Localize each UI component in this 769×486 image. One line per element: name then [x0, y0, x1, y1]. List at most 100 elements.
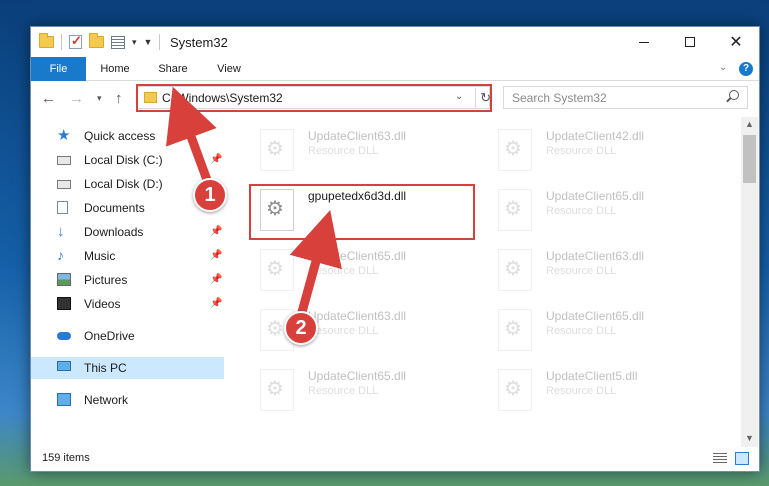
- sidebar-item-music[interactable]: ♪ Music 📌: [31, 245, 224, 267]
- pictures-icon: [57, 273, 71, 286]
- gear-icon: ⚙: [504, 318, 522, 340]
- sidebar-item-this-pc[interactable]: This PC: [31, 357, 224, 379]
- folder-icon: [39, 33, 54, 48]
- gear-icon: ⚙: [266, 318, 284, 340]
- sidebar-item-label: Videos: [84, 297, 121, 311]
- window-title: System32: [170, 35, 228, 50]
- sidebar-item-local-disk-c[interactable]: Local Disk (C:) 📌: [31, 149, 224, 171]
- expand-ribbon-chevron-icon[interactable]: ⌄: [719, 62, 727, 73]
- file-item[interactable]: ⚙ UpdateClient65.dll Resource DLL: [246, 363, 476, 413]
- file-list: ⚙ UpdateClient63.dll Resource DLL ⚙ gpup…: [236, 117, 741, 447]
- gear-icon: ⚙: [266, 378, 284, 400]
- up-arrow-icon[interactable]: ↑: [115, 90, 123, 107]
- network-icon: [57, 393, 71, 406]
- tab-view[interactable]: View: [207, 57, 251, 81]
- back-arrow-icon[interactable]: ←: [41, 90, 56, 107]
- gear-icon: ⚙: [504, 378, 522, 400]
- maximize-button[interactable]: [667, 27, 713, 57]
- sidebar-item-quick-access[interactable]: ★ Quick access: [31, 125, 224, 147]
- pin-icon[interactable]: 📌: [210, 298, 222, 309]
- sidebar-item-label: Local Disk (D:): [84, 177, 163, 191]
- file-type: Resource DLL: [546, 145, 617, 157]
- forward-arrow-icon[interactable]: →: [69, 90, 84, 107]
- sidebar-item-downloads[interactable]: ↓ Downloads 📌: [31, 221, 224, 243]
- minimize-button[interactable]: [621, 27, 667, 57]
- file-type: Resource DLL: [308, 145, 379, 157]
- sidebar-item-pictures[interactable]: Pictures 📌: [31, 269, 224, 291]
- navigation-pane: ★ Quick access Local Disk (C:) 📌 Local D…: [31, 117, 224, 447]
- file-item[interactable]: ⚙ UpdateClient63.dll Resource DLL: [246, 303, 476, 353]
- documents-icon: [57, 201, 68, 214]
- search-input[interactable]: Search System32: [512, 91, 607, 105]
- customize-toolbar-chevron-icon[interactable]: ▾: [132, 37, 137, 48]
- file-item[interactable]: ⚙ UpdateClient63.dll Resource DLL: [484, 243, 714, 293]
- file-name: UpdateClient63.dll: [308, 129, 407, 143]
- file-highlight: [249, 184, 475, 240]
- tab-file[interactable]: File: [31, 57, 86, 81]
- pin-icon[interactable]: 📌: [210, 154, 222, 165]
- file-explorer-window: ▾ ▼ System32 ✕ File Home Share View ⌄ ? …: [30, 26, 760, 472]
- properties-icon[interactable]: [111, 35, 125, 49]
- close-button[interactable]: ✕: [713, 27, 759, 57]
- tab-home[interactable]: Home: [93, 57, 137, 81]
- sidebar-item-onedrive[interactable]: OneDrive: [31, 325, 224, 347]
- sidebar-item-videos[interactable]: Videos 📌: [31, 293, 224, 315]
- search-icon[interactable]: [729, 90, 739, 100]
- file-type: Resource DLL: [308, 265, 379, 277]
- file-type: Resource DLL: [546, 325, 617, 337]
- file-item[interactable]: ⚙ UpdateClient63.dll Resource DLL: [246, 123, 476, 173]
- scroll-up-icon[interactable]: ▲: [745, 119, 754, 129]
- file-item[interactable]: ⚙ UpdateClient42.dll Resource DLL: [484, 123, 714, 173]
- toolbar-divider: [159, 34, 161, 50]
- quick-access-dropdown-icon[interactable]: ▼: [144, 37, 153, 47]
- sidebar-item-label: Quick access: [84, 129, 156, 143]
- file-name: UpdateClient65.dll: [546, 309, 645, 323]
- help-icon[interactable]: ?: [739, 62, 753, 76]
- file-type: Resource DLL: [546, 205, 617, 217]
- sidebar-item-network[interactable]: Network: [31, 389, 224, 411]
- file-item[interactable]: ⚙ UpdateClient5.dll Resource DLL: [484, 363, 714, 413]
- file-name: UpdateClient5.dll: [546, 369, 638, 383]
- drive-icon: [57, 156, 71, 165]
- minimize-icon: [639, 41, 649, 43]
- new-folder-icon[interactable]: [89, 33, 104, 48]
- file-name: UpdateClient65.dll: [308, 369, 407, 383]
- file-item[interactable]: ⚙ UpdateClient65.dll Resource DLL: [484, 303, 714, 353]
- file-item[interactable]: ⚙ UpdateClient65.dll Resource DLL: [484, 183, 714, 233]
- search-box[interactable]: Search System32: [503, 86, 748, 109]
- music-icon: ♪: [57, 247, 64, 263]
- pin-icon[interactable]: 📌: [210, 274, 222, 285]
- pin-icon[interactable]: 📌: [210, 226, 222, 237]
- step-2-badge: 2: [284, 311, 318, 345]
- sidebar-item-label: Pictures: [84, 273, 128, 287]
- gear-icon: ⚙: [504, 198, 522, 220]
- drive-icon: [57, 180, 71, 189]
- scrollbar-thumb[interactable]: [743, 135, 756, 183]
- step-1-badge: 1: [193, 178, 227, 212]
- scroll-down-icon[interactable]: ▼: [745, 433, 754, 443]
- tab-share[interactable]: Share: [151, 57, 195, 81]
- gear-icon: ⚙: [504, 138, 522, 160]
- navigation-bar: ← → ▾ ↑ C:\Windows\System32 ⌄ ↻ Search S…: [31, 81, 759, 117]
- star-icon: ★: [57, 127, 71, 144]
- properties-check-icon[interactable]: [69, 33, 82, 49]
- pin-icon[interactable]: 📌: [210, 250, 222, 261]
- ribbon-tabs: File Home Share View ⌄ ?: [31, 57, 759, 81]
- close-icon: ✕: [729, 34, 743, 51]
- details-view-icon[interactable]: [713, 453, 727, 464]
- file-item[interactable]: ⚙ UpdateClient65.dll Resource DLL: [246, 243, 476, 293]
- this-pc-icon: [57, 361, 71, 371]
- sidebar-item-label: Network: [84, 393, 129, 407]
- file-type: Resource DLL: [546, 385, 617, 397]
- address-bar-highlight: [136, 84, 492, 112]
- title-bar: ▾ ▼ System32 ✕: [31, 27, 759, 57]
- toolbar-divider: [61, 34, 62, 50]
- large-icons-view-icon[interactable]: [735, 452, 749, 465]
- item-count: 159 items: [42, 452, 90, 464]
- gear-icon: ⚙: [266, 258, 284, 280]
- onedrive-icon: [57, 332, 71, 340]
- sidebar-item-label: Downloads: [84, 225, 144, 239]
- file-type: Resource DLL: [308, 385, 379, 397]
- recent-locations-chevron-icon[interactable]: ▾: [97, 93, 102, 104]
- vertical-scrollbar[interactable]: ▲ ▼: [741, 117, 758, 447]
